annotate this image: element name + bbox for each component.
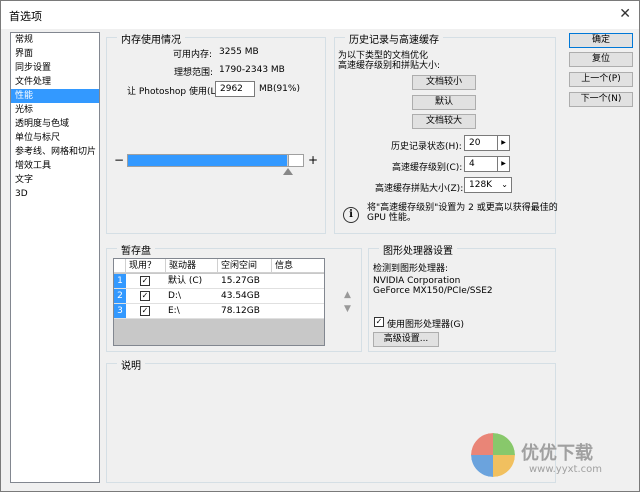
- category-item[interactable]: 增效工具: [11, 159, 99, 173]
- move-up-icon[interactable]: ▲: [344, 290, 351, 300]
- drive-cell: E:\: [168, 306, 180, 316]
- category-item[interactable]: 透明度与色域: [11, 117, 99, 131]
- category-item[interactable]: 3D: [11, 187, 99, 201]
- optimize-desc-line2: 高速缓存级别和拼贴大小:: [338, 61, 441, 71]
- category-item[interactable]: 单位与标尺: [11, 131, 99, 145]
- ideal-range-label: 理想范围:: [174, 68, 214, 78]
- category-item[interactable]: 文字: [11, 173, 99, 187]
- detected-gpu-label: 检测到图形处理器:: [373, 264, 449, 274]
- cache-levels-label: 高速缓存级别(C):: [392, 163, 463, 173]
- minus-icon[interactable]: −: [114, 153, 124, 167]
- small-documents-button[interactable]: 文档较小: [412, 75, 476, 90]
- category-item[interactable]: 性能: [11, 89, 99, 103]
- history-group-title: 历史记录与高速缓存: [345, 31, 443, 46]
- header-free-space[interactable]: 空闲空间: [218, 259, 272, 273]
- next-button[interactable]: 下一个(N): [569, 92, 633, 107]
- ideal-range-value: 1790-2343 MB: [219, 65, 285, 75]
- category-item[interactable]: 参考线、网格和切片: [11, 145, 99, 159]
- advanced-settings-button[interactable]: 高级设置...: [373, 332, 439, 347]
- memory-slider[interactable]: [127, 154, 304, 167]
- watermark-logo-icon: [471, 433, 515, 477]
- use-gpu-checkbox[interactable]: ✓: [374, 317, 384, 327]
- header-info[interactable]: 信息: [272, 259, 324, 273]
- memory-amount-input[interactable]: 2962: [215, 81, 255, 97]
- history-states-spin-icon[interactable]: ▶: [498, 135, 510, 151]
- available-memory-value: 3255 MB: [219, 47, 259, 57]
- description-title: 说明: [117, 357, 145, 372]
- active-checkbox[interactable]: ✓: [140, 276, 150, 286]
- window-title: 首选项: [9, 10, 42, 23]
- cache-tile-size-label: 高速缓存拼贴大小(Z):: [375, 184, 464, 194]
- large-documents-button[interactable]: 文档较大: [412, 114, 476, 129]
- info-icon: i: [343, 207, 359, 223]
- free-space-cell: 15.27GB: [221, 276, 260, 286]
- category-item[interactable]: 同步设置: [11, 61, 99, 75]
- cache-tile-size-value: 128K: [469, 180, 493, 190]
- use-gpu-label: 使用图形处理器(G): [387, 320, 464, 330]
- preferences-window: 首选项 ✕ 常规 界面 同步设置 文件处理 性能 光标 透明度与色域 单位与标尺 参考线、网格和…: [0, 0, 640, 492]
- header-rownum: [114, 259, 126, 273]
- memory-group-title: 内存使用情况: [117, 31, 185, 46]
- reset-button[interactable]: 复位: [569, 52, 633, 67]
- gpu-group-title: 图形处理器设置: [379, 242, 457, 257]
- category-item[interactable]: 界面: [11, 47, 99, 61]
- scratch-group-title: 暂存盘: [117, 242, 155, 257]
- memory-unit-label: MB(91%): [259, 84, 300, 94]
- category-list: 常规 界面 同步设置 文件处理 性能 光标 透明度与色域 单位与标尺 参考线、网格和切片 增效工具…: [10, 32, 100, 483]
- memory-slider-fill: [128, 155, 288, 166]
- cache-tile-size-select[interactable]: 128K ⌄: [464, 177, 512, 193]
- row-number: 1: [114, 274, 126, 288]
- free-space-cell: 43.54GB: [221, 291, 260, 301]
- ok-button[interactable]: 确定: [569, 33, 633, 48]
- title-bar: 首选项 ✕: [1, 1, 639, 29]
- let-photoshop-use-label: 让 Photoshop 使用(L):: [127, 87, 223, 97]
- previous-button[interactable]: 上一个(P): [569, 72, 633, 87]
- free-space-cell: 78.12GB: [221, 306, 260, 316]
- table-row[interactable]: 2 ✓ D:\ 43.54GB: [114, 289, 324, 304]
- row-number: 3: [114, 304, 126, 318]
- row-number: 2: [114, 289, 126, 303]
- active-checkbox[interactable]: ✓: [140, 306, 150, 316]
- drive-cell: D:\: [168, 291, 181, 301]
- memory-slider-end: [288, 154, 304, 167]
- gpu-model: GeForce MX150/PCIe/SSE2: [373, 286, 493, 296]
- default-button[interactable]: 默认: [412, 95, 476, 110]
- chevron-down-icon: ⌄: [501, 180, 508, 189]
- category-item[interactable]: 常规: [11, 33, 99, 47]
- cache-levels-input[interactable]: 4: [464, 156, 498, 172]
- memory-slider-thumb[interactable]: [283, 168, 293, 175]
- gpu-info-line2: GPU 性能。: [367, 213, 416, 223]
- active-checkbox[interactable]: ✓: [140, 291, 150, 301]
- close-icon[interactable]: ✕: [619, 6, 631, 22]
- watermark-text: 优优下载: [521, 443, 593, 464]
- table-row[interactable]: 1 ✓ 默认 (C) 15.27GB: [114, 274, 324, 289]
- gpu-vendor: NVIDIA Corporation: [373, 276, 461, 286]
- category-item[interactable]: 文件处理: [11, 75, 99, 89]
- history-states-label: 历史记录状态(H):: [391, 142, 462, 152]
- category-item[interactable]: 光标: [11, 103, 99, 117]
- available-memory-label: 可用内存:: [173, 50, 213, 60]
- drive-cell: 默认 (C): [168, 276, 203, 286]
- plus-icon[interactable]: +: [308, 153, 318, 167]
- header-drive[interactable]: 驱动器: [166, 259, 218, 273]
- watermark-url: www.yyxt.com: [529, 464, 603, 475]
- table-row[interactable]: 3 ✓ E:\ 78.12GB: [114, 304, 324, 319]
- header-active[interactable]: 现用？: [126, 259, 166, 273]
- history-states-input[interactable]: 20: [464, 135, 498, 151]
- memory-usage-group: 内存使用情况: [106, 31, 326, 234]
- move-down-icon[interactable]: ▼: [344, 304, 351, 314]
- scratch-disks-table: 现用？ 驱动器 空闲空间 信息 1 ✓ 默认 (C) 15.27GB 2 ✓ D:\ 43.5…: [113, 258, 325, 346]
- cache-levels-spin-icon[interactable]: ▶: [498, 156, 510, 172]
